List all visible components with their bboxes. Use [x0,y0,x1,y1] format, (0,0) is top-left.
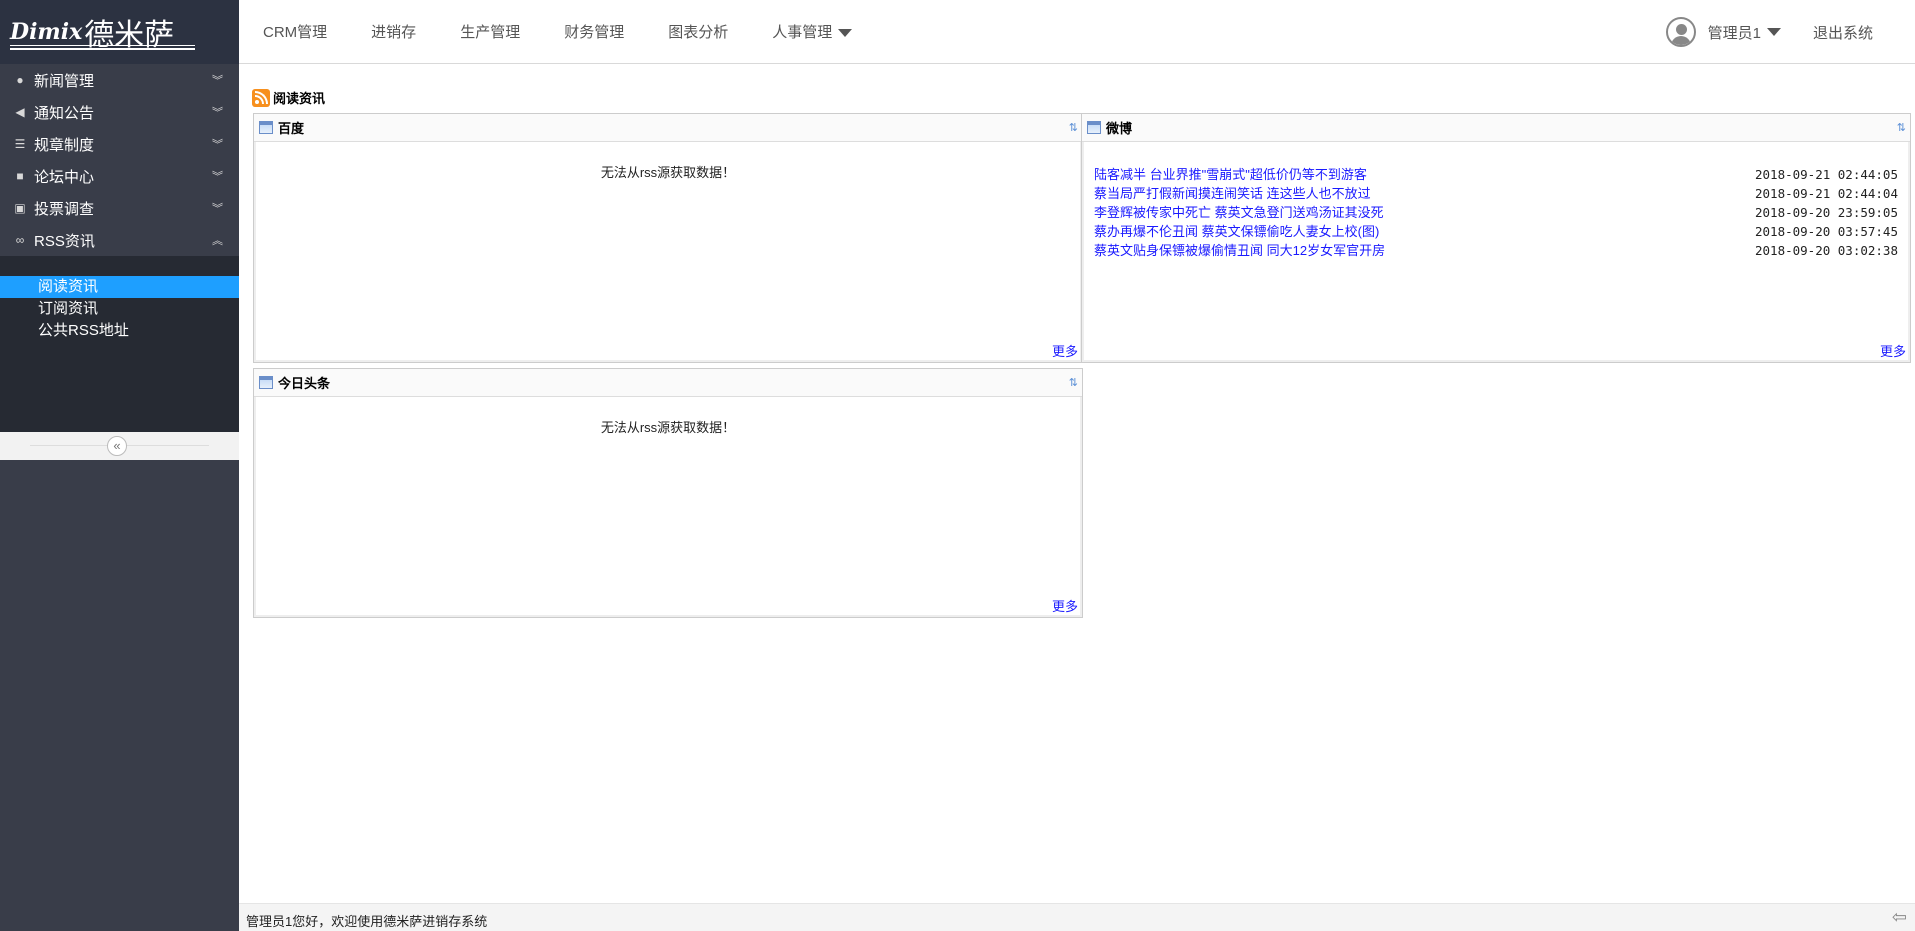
empty-message: 无法从rss源获取数据！ [600,165,736,180]
list-icon: ☰ [14,137,26,151]
sidebar-item-label: 投票调查 [34,200,95,218]
sidebar-item-forum[interactable]: ■ 论坛中心 ︾ [0,160,239,192]
bullhorn-icon: ◀ [15,105,25,119]
link-icon: ∞ [15,233,25,247]
submenu-public-rss[interactable]: 公共RSS地址 [0,320,239,342]
panel-baidu: 百度 ⇅ 无法从rss源获取数据！ 更多 [253,113,1083,363]
more-link[interactable]: 更多 [1052,596,1078,615]
rss-icon [252,88,270,107]
top-nav: CRM管理 进销存 生产管理 财务管理 图表分析 人事管理 [263,0,896,62]
news-title-link[interactable]: 陆客减半 台业界推"雪崩式"超低价仍等不到游客 [1094,165,1367,184]
chevron-double-down-icon: ︾ [212,107,223,119]
panel-header: 今日头条 ⇅ [254,369,1082,397]
nav-charts[interactable]: 图表分析 [668,21,728,42]
globe-icon: ● [16,73,24,87]
chevron-double-up-icon: ︽ [212,235,223,247]
page-title: 阅读资讯 [252,88,325,107]
nav-hr[interactable]: 人事管理 [772,21,853,42]
sidebar: ● 新闻管理 ︾ ◀ 通知公告 ︾ ☰ 规章制度 ︾ ■ 论坛中心 ︾ ▣ 投票… [0,64,239,931]
sidebar-item-label: RSS资讯 [34,232,95,250]
panel-title: 微博 [1106,121,1133,136]
chevron-double-down-icon: ︾ [212,139,223,151]
list-item: 蔡英文贴身保镖被爆偷情丑闻 同大12岁女军官开房 2018-09-20 03:0… [1094,241,1898,260]
chevron-double-down-icon: ︾ [212,171,223,183]
list-item: 陆客减半 台业界推"雪崩式"超低价仍等不到游客 2018-09-21 02:44… [1094,165,1898,184]
logout-link[interactable]: 退出系统 [1813,22,1873,43]
header: Dimix 德米萨 CRM管理 进销存 生产管理 财务管理 图表分析 人事管理 … [0,0,1915,64]
news-title-link[interactable]: 蔡当局严打假新闻摸连闹笑话 连这些人也不放过 [1094,184,1371,203]
chevron-double-down-icon: ︾ [212,75,223,87]
news-time: 2018-09-20 23:59:05 [1755,205,1898,220]
arrow-left-icon[interactable]: ⇦ [1892,907,1907,928]
logo: Dimix 德米萨 [0,0,239,64]
news-time: 2018-09-20 03:57:45 [1755,224,1898,239]
username[interactable]: 管理员1 [1708,22,1761,43]
panel-toutiao: 今日头条 ⇅ 无法从rss源获取数据！ 更多 [253,368,1083,618]
clipboard-icon: ▣ [14,201,26,215]
news-title-link[interactable]: 蔡英文贴身保镖被爆偷情丑闻 同大12岁女军官开房 [1094,241,1385,260]
page-title-text: 阅读资讯 [273,91,326,106]
news-time: 2018-09-20 03:02:38 [1755,243,1898,258]
panel-weibo: 微博 ⇅ 陆客减半 台业界推"雪崩式"超低价仍等不到游客 2018-09-21 … [1081,113,1911,363]
sidebar-item-vote[interactable]: ▣ 投票调查 ︾ [0,192,239,224]
footer-welcome: 管理员1您好，欢迎使用德米萨进销存系统 [246,914,488,929]
window-icon [1087,121,1101,134]
panel-title: 今日头条 [278,376,331,391]
footer: 管理员1您好，欢迎使用德米萨进销存系统 ⇦ [239,903,1915,931]
caret-down-icon [838,28,853,37]
refresh-icon[interactable]: ⇅ [1069,376,1078,389]
list-item: 李登辉被传家中死亡 蔡英文急登门送鸡汤证其没死 2018-09-20 23:59… [1094,203,1898,222]
sidebar-collapse-bar: « [0,432,239,460]
sidebar-item-rules[interactable]: ☰ 规章制度 ︾ [0,128,239,160]
news-list: 陆客减半 台业界推"雪崩式"超低价仍等不到游客 2018-09-21 02:44… [1082,142,1910,260]
collapse-left-icon[interactable]: « [107,436,127,456]
nav-hr-label: 人事管理 [772,23,833,41]
more-link[interactable]: 更多 [1880,341,1906,360]
sidebar-item-label: 规章制度 [34,136,95,154]
nav-inventory[interactable]: 进销存 [371,21,416,42]
refresh-icon[interactable]: ⇅ [1069,121,1078,134]
sidebar-item-news[interactable]: ● 新闻管理 ︾ [0,64,239,96]
empty-message: 无法从rss源获取数据！ [600,420,736,435]
main-content: 阅读资讯 百度 ⇅ 无法从rss源获取数据！ 更多 微博 ⇅ 陆客减半 台业界推… [239,65,1915,903]
list-item: 蔡当局严打假新闻摸连闹笑话 连这些人也不放过 2018-09-21 02:44:… [1094,184,1898,203]
chat-icon: ■ [16,169,24,183]
list-item: 蔡办再爆不伦丑闻 蔡英文保镖偷吃人妻女上校(图) 2018-09-20 03:5… [1094,222,1898,241]
sidebar-item-label: 新闻管理 [34,72,95,90]
panel-header: 微博 ⇅ [1082,114,1910,142]
news-time: 2018-09-21 02:44:05 [1755,167,1898,182]
submenu-read-news[interactable]: 阅读资讯 [0,276,239,298]
window-icon [259,376,273,389]
user-menu: 管理员1 退出系统 [1665,0,1915,64]
window-icon [259,121,273,134]
nav-finance[interactable]: 财务管理 [564,21,624,42]
nav-production[interactable]: 生产管理 [460,21,520,42]
submenu-subscribe-news[interactable]: 订阅资讯 [0,298,239,320]
nav-crm[interactable]: CRM管理 [263,21,327,42]
user-avatar-icon[interactable] [1665,17,1696,47]
chevron-double-down-icon: ︾ [212,203,223,215]
refresh-icon[interactable]: ⇅ [1897,121,1906,134]
more-link[interactable]: 更多 [1052,341,1078,360]
panel-title: 百度 [278,121,305,136]
news-title-link[interactable]: 蔡办再爆不伦丑闻 蔡英文保镖偷吃人妻女上校(图) [1094,222,1379,241]
panel-header: 百度 ⇅ [254,114,1082,142]
caret-down-icon[interactable] [1766,28,1781,36]
sidebar-item-label: 通知公告 [34,104,95,122]
sidebar-item-rss[interactable]: ∞ RSS资讯 ︽ [0,224,239,256]
sidebar-item-notice[interactable]: ◀ 通知公告 ︾ [0,96,239,128]
news-title-link[interactable]: 李登辉被传家中死亡 蔡英文急登门送鸡汤证其没死 [1094,203,1384,222]
sidebar-item-label: 论坛中心 [34,168,95,186]
brand-en: Dimix [10,19,83,45]
news-time: 2018-09-21 02:44:04 [1755,186,1898,201]
rss-submenu: 阅读资讯 订阅资讯 公共RSS地址 [0,256,239,432]
